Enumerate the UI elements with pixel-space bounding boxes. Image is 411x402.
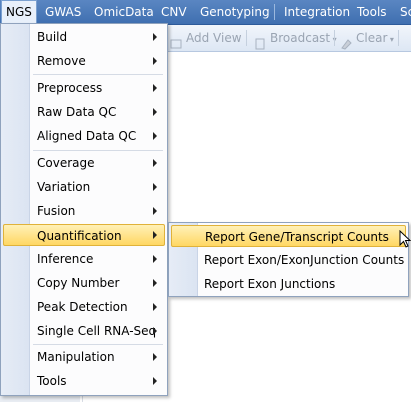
menu-item-report-exon-exonjunction-counts[interactable]: Report Exon/ExonJunction Counts: [171, 249, 406, 271]
ngs-dropdown-menu: Build Remove Preprocess Raw Data QC Alig…: [0, 23, 168, 396]
toolbar-separator: [334, 30, 335, 46]
menu-item-label: Single Cell RNA-Seq: [37, 324, 157, 338]
eraser-icon: [340, 33, 352, 50]
submenu-arrow-icon: [153, 33, 157, 41]
submenu-arrow-icon: [153, 255, 157, 263]
menu-item-label: Report Gene/Transcript Counts: [205, 230, 389, 244]
menu-item-aligned-data-qc[interactable]: Aligned Data QC: [3, 125, 165, 147]
menu-item-label: Quantification: [37, 229, 122, 243]
submenu-arrow-icon: [153, 183, 157, 191]
menu-item-build[interactable]: Build: [3, 26, 165, 48]
menu-bar: NGS GWAS OmicData CNV Genotyping Integra…: [0, 0, 411, 25]
submenu-arrow-icon: [153, 231, 157, 239]
submenu-arrow-icon: [153, 207, 157, 215]
menu-item-label: Report Exon Junctions: [204, 277, 336, 291]
menu-item-label: Tools: [37, 374, 67, 388]
menu-item-label: Inference: [37, 252, 94, 266]
menu-item-tools[interactable]: Tools: [3, 370, 165, 392]
menu-item-copy-number[interactable]: Copy Number: [3, 272, 165, 294]
broadcast-button[interactable]: Broadcast ▾: [254, 25, 337, 51]
menu-omicdata[interactable]: OmicData: [94, 0, 154, 24]
menu-item-peak-detection[interactable]: Peak Detection: [3, 296, 165, 318]
menu-item-label: Copy Number: [37, 276, 120, 290]
menu-item-single-cell-rna-seq[interactable]: Single Cell RNA-Seq: [3, 320, 165, 342]
submenu-arrow-icon: [153, 132, 157, 140]
submenu-arrow-icon: [153, 353, 157, 361]
menu-item-remove[interactable]: Remove: [3, 50, 165, 72]
broadcast-label: Broadcast: [270, 31, 331, 45]
menu-separator: [274, 4, 275, 20]
menu-item-coverage[interactable]: Coverage: [3, 152, 165, 174]
menu-separator: [33, 150, 163, 151]
clear-label: Clear: [356, 31, 388, 45]
add-view-icon: [170, 33, 182, 48]
mouse-cursor-icon: [399, 230, 411, 248]
menu-item-inference[interactable]: Inference: [3, 248, 165, 270]
menu-item-label: Coverage: [37, 156, 95, 170]
menu-item-label: Raw Data QC: [37, 105, 117, 119]
menu-separator: [33, 344, 163, 345]
toolbar-separator: [398, 30, 399, 46]
menu-item-label: Manipulation: [37, 350, 115, 364]
menu-item-variation[interactable]: Variation: [3, 176, 165, 198]
menu-gwas[interactable]: GWAS: [45, 0, 81, 24]
toolbar-separator: [246, 30, 247, 46]
add-view-label: Add View: [186, 31, 242, 45]
submenu-arrow-icon: [153, 303, 157, 311]
menu-item-preprocess[interactable]: Preprocess: [3, 77, 165, 99]
menu-genotyping[interactable]: Genotyping: [200, 0, 270, 24]
menu-item-report-gene-transcript-counts[interactable]: Report Gene/Transcript Counts: [171, 225, 406, 247]
menu-item-fusion[interactable]: Fusion: [3, 200, 165, 222]
menu-item-report-exon-junctions[interactable]: Report Exon Junctions: [171, 273, 406, 295]
menu-integration[interactable]: Integration: [284, 0, 350, 24]
menu-item-label: Preprocess: [37, 81, 103, 95]
submenu-arrow-icon: [153, 279, 157, 287]
menu-item-label: Aligned Data QC: [37, 129, 137, 143]
quantification-submenu: Report Gene/Transcript Counts Report Exo…: [168, 222, 409, 297]
menu-item-label: Variation: [37, 180, 91, 194]
menu-item-raw-data-qc[interactable]: Raw Data QC: [3, 101, 165, 123]
menu-ngs[interactable]: NGS: [1, 0, 37, 24]
submenu-arrow-icon: [153, 108, 157, 116]
menu-item-quantification[interactable]: Quantification: [3, 224, 165, 246]
menu-item-label: Build: [37, 30, 68, 44]
submenu-arrow-icon: [153, 159, 157, 167]
add-view-button[interactable]: Add View: [170, 25, 242, 51]
menu-sc[interactable]: Sc: [400, 0, 411, 24]
submenu-arrow-icon: [153, 84, 157, 92]
submenu-arrow-icon: [153, 377, 157, 385]
menu-item-label: Peak Detection: [37, 300, 128, 314]
menu-separator: [33, 74, 163, 75]
menu-item-label: Fusion: [37, 204, 76, 218]
submenu-arrow-icon: [153, 327, 157, 335]
menu-item-label: Remove: [37, 54, 86, 68]
menu-item-label: Report Exon/ExonJunction Counts: [204, 253, 405, 267]
clear-button[interactable]: Clear ▾: [340, 25, 394, 51]
menu-item-manipulation[interactable]: Manipulation: [3, 346, 165, 368]
submenu-arrow-icon: [153, 57, 157, 65]
menu-tools[interactable]: Tools: [357, 0, 387, 24]
broadcast-icon: [254, 33, 266, 49]
menu-cnv[interactable]: CNV: [161, 0, 187, 24]
